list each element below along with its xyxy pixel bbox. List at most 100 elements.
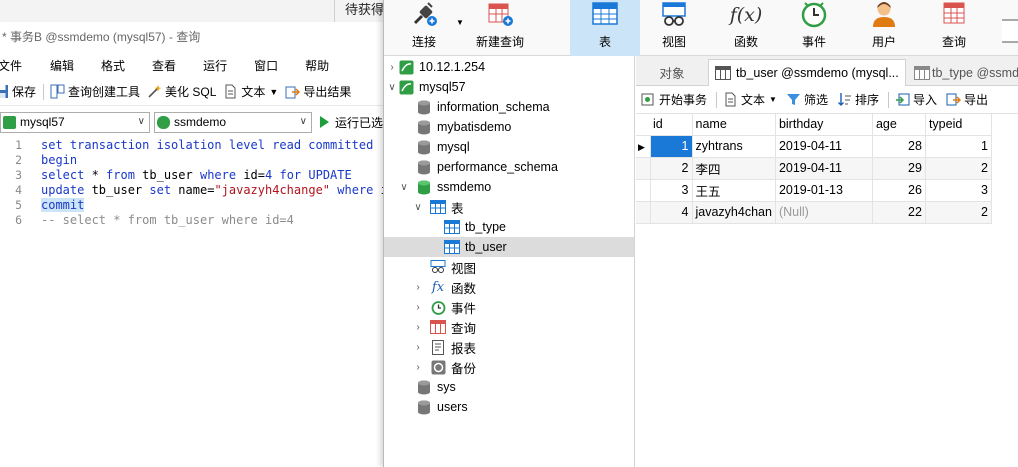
chevron-right-icon[interactable]: › (412, 322, 424, 333)
tree-connection-mysql57[interactable]: ∨ mysql57 (384, 77, 634, 97)
table-row[interactable]: 3 王五 2019-01-13 26 3 (636, 179, 992, 202)
tree-connection-ip[interactable]: › 10.12.1.254 (384, 57, 634, 77)
tree-db-mybatisdemo[interactable]: mybatisdemo (384, 117, 634, 137)
table-cell[interactable]: 王五 (692, 179, 776, 202)
table-cell[interactable]: zyhtrans (692, 135, 776, 158)
column-header-name[interactable]: name (692, 114, 776, 136)
tree-db-mysql[interactable]: mysql (384, 137, 634, 157)
tree-group-reports[interactable]: › 报表 (384, 337, 634, 357)
tree-db-users[interactable]: users (384, 397, 634, 417)
menu-bar: 文件 编辑 格式 查看 运行 窗口 帮助 (0, 52, 400, 78)
menu-window[interactable]: 窗口 (254, 57, 278, 74)
text-mode-button[interactable]: 文本 ▼ (223, 83, 278, 100)
table-cell[interactable]: 22 (872, 201, 926, 224)
begin-transaction-button[interactable]: 开始事务 (641, 91, 707, 108)
import-button[interactable]: 导入 (895, 91, 937, 108)
sql-editor[interactable]: 1 set transaction isolation level read co… (0, 138, 400, 467)
table-icon (430, 199, 446, 215)
tab-tb-type[interactable]: tb_type @ssmd (908, 59, 1018, 86)
tree-group-views[interactable]: 视图 (384, 257, 634, 277)
table-cell[interactable]: 2 (925, 157, 992, 180)
column-header-id[interactable]: id (650, 114, 693, 136)
table-cell[interactable]: 26 (872, 179, 926, 202)
chevron-right-icon[interactable]: › (412, 302, 424, 313)
chevron-right-icon[interactable]: › (412, 342, 424, 353)
menu-run[interactable]: 运行 (203, 57, 227, 74)
chevron-down-icon[interactable]: ▼ (456, 18, 464, 27)
run-selected-button[interactable]: 运行已选 (320, 114, 383, 131)
tree-db-performance-schema[interactable]: performance_schema (384, 157, 634, 177)
table-cell[interactable]: 3 (650, 179, 693, 202)
current-row-marker: ▶ (636, 135, 651, 158)
chevron-down-icon[interactable]: ∨ (398, 182, 410, 193)
tree-table-tb-type[interactable]: tb_type (384, 217, 634, 237)
table-cell[interactable]: 2019-01-13 (775, 179, 873, 202)
tab-objects[interactable]: 对象 (636, 59, 708, 86)
column-header-birthday[interactable]: birthday (775, 114, 873, 136)
table-cell[interactable]: 29 (872, 157, 926, 180)
tree-group-queries[interactable]: › 查询 (384, 317, 634, 337)
menu-view[interactable]: 查看 (152, 57, 176, 74)
menu-edit[interactable]: 编辑 (50, 57, 74, 74)
table-cell[interactable]: 3 (925, 179, 992, 202)
user-ribbon-button[interactable]: 用户 (856, 0, 912, 56)
table-cell[interactable]: 2019-04-11 (775, 135, 873, 158)
query-ribbon-button[interactable]: 查询 (926, 0, 982, 56)
query-builder-button[interactable]: 查询创建工具 (50, 83, 140, 100)
tree-group-tables[interactable]: ∨ 表 (384, 197, 634, 217)
table-cell[interactable]: 李四 (692, 157, 776, 180)
chevron-right-icon[interactable]: › (412, 282, 424, 293)
menu-help[interactable]: 帮助 (305, 57, 329, 74)
tab-tb-user[interactable]: tb_user @ssmdemo (mysql... (708, 59, 906, 86)
query-window: 待获得 * 事务B @ssmdemo (mysql57) - 查询 文件 编辑 … (0, 0, 400, 467)
text-view-button[interactable]: 文本 ▼ (723, 91, 777, 108)
menu-file[interactable]: 文件 (0, 57, 22, 74)
chevron-down-icon[interactable]: ∨ (412, 202, 424, 213)
tree-table-tb-user[interactable]: tb_user (384, 237, 634, 257)
filter-button[interactable]: 筛选 (786, 91, 828, 108)
function-icon: f(x) (729, 3, 763, 26)
query-toolbar: 保存 查询创建工具 美化 SQL 文本 ▼ 导出结果 (0, 78, 400, 106)
tree-db-ssmdemo[interactable]: ∨ ssmdemo (384, 177, 634, 197)
table-row[interactable]: ▶ 1 zyhtrans 2019-04-11 28 1 (636, 135, 992, 158)
table-row[interactable]: 4 javazyh4chan (Null) 22 2 (636, 201, 992, 224)
table-ribbon-button[interactable]: 表 (570, 0, 640, 56)
tree-db-information-schema[interactable]: information_schema (384, 97, 634, 117)
column-header-typeid[interactable]: typeid (925, 114, 992, 136)
table-cell[interactable]: 2 (925, 201, 992, 224)
menu-format[interactable]: 格式 (101, 57, 125, 74)
chevron-right-icon[interactable]: › (386, 62, 398, 73)
column-header-age[interactable]: age (872, 114, 926, 136)
view-ribbon-button[interactable]: 视图 (646, 0, 702, 56)
table-cell[interactable]: 28 (872, 135, 926, 158)
save-button[interactable]: 保存 (0, 83, 36, 100)
table-cell[interactable]: 2 (650, 157, 693, 180)
connection-value: mysql57 (20, 115, 65, 129)
export-result-button[interactable]: 导出结果 (285, 83, 351, 100)
table-row[interactable]: 2 李四 2019-04-11 29 2 (636, 157, 992, 180)
table-cell[interactable]: 1 (925, 135, 992, 158)
chevron-down-icon[interactable]: ∨ (386, 82, 398, 93)
toolbar-divider (43, 83, 45, 100)
table-cell[interactable]: 1 (650, 135, 693, 158)
table-cell-null[interactable]: (Null) (775, 201, 873, 224)
tree-group-events[interactable]: › 事件 (384, 297, 634, 317)
connection-select[interactable]: mysql57 ∨ (0, 111, 150, 133)
tree-group-functions[interactable]: › fx 函数 (384, 277, 634, 297)
result-table: id name birthday age typeid ▶ 1 zyhtrans… (636, 114, 992, 224)
table-cell[interactable]: 4 (650, 201, 693, 224)
tree-group-backups[interactable]: › 备份 (384, 357, 634, 377)
database-select[interactable]: ssmdemo ∨ (154, 111, 312, 133)
table-cell[interactable]: 2019-04-11 (775, 157, 873, 180)
more-ribbon-button[interactable] (1002, 0, 1018, 56)
connect-button[interactable]: 连接 (396, 0, 452, 56)
chevron-right-icon[interactable]: › (412, 362, 424, 373)
tree-db-sys[interactable]: sys (384, 377, 634, 397)
function-ribbon-button[interactable]: f(x) 函数 (718, 0, 774, 56)
table-cell[interactable]: javazyh4chan (692, 201, 776, 224)
beautify-sql-button[interactable]: 美化 SQL (147, 83, 216, 100)
export-button[interactable]: 导出 (946, 91, 988, 108)
new-query-button[interactable]: 新建查询 (470, 0, 530, 56)
sort-button[interactable]: 排序 (837, 91, 879, 108)
event-ribbon-button[interactable]: 事件 (786, 0, 842, 56)
